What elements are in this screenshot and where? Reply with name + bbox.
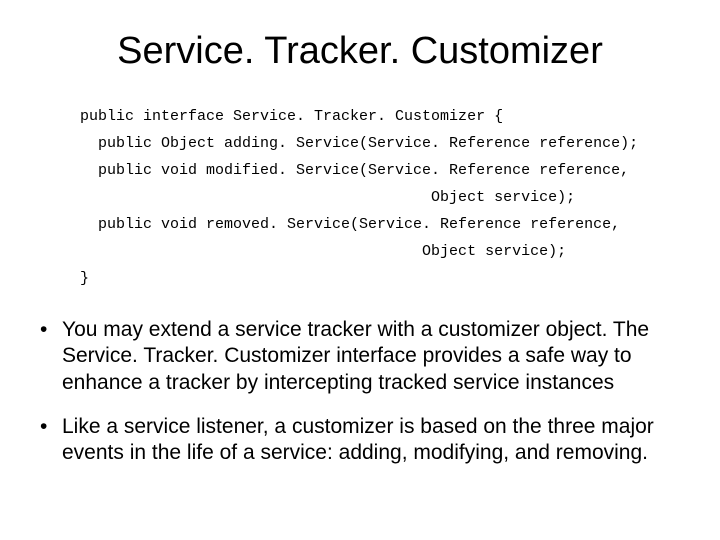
- bullet-item: • Like a service listener, a customizer …: [40, 414, 670, 467]
- code-block: public interface Service. Tracker. Custo…: [80, 103, 690, 292]
- code-line: Object service);: [80, 189, 575, 206]
- bullet-text: Like a service listener, a customizer is…: [62, 414, 670, 467]
- bullet-dot-icon: •: [40, 317, 62, 396]
- bullet-item: • You may extend a service tracker with …: [40, 317, 670, 396]
- code-line: public Object adding. Service(Service. R…: [80, 135, 638, 152]
- code-line: public interface Service. Tracker. Custo…: [80, 108, 503, 125]
- bullet-dot-icon: •: [40, 414, 62, 467]
- code-line: public void modified. Service(Service. R…: [80, 162, 629, 179]
- code-line: Object service);: [80, 243, 566, 260]
- slide-title: Service. Tracker. Customizer: [30, 30, 690, 73]
- bullet-list: • You may extend a service tracker with …: [40, 317, 670, 466]
- code-line: }: [80, 270, 89, 287]
- bullet-text: You may extend a service tracker with a …: [62, 317, 670, 396]
- code-line: public void removed. Service(Service. Re…: [80, 216, 620, 233]
- slide: Service. Tracker. Customizer public inte…: [0, 0, 720, 540]
